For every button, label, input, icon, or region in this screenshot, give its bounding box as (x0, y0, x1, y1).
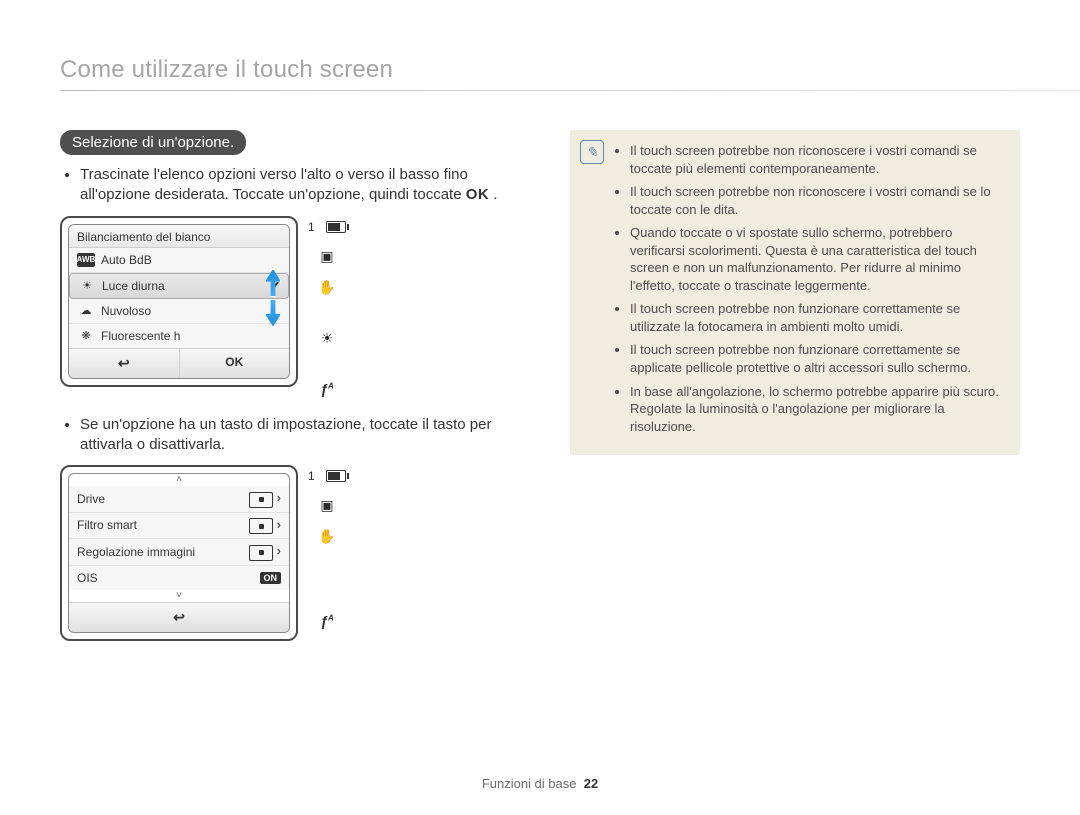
note-list: Il touch screen potrebbe non riconoscere… (614, 142, 1006, 435)
cloud-icon: ☁ (77, 304, 95, 318)
hand-icon: ✋ (318, 279, 335, 296)
instruction-1a: Trascinate l'elenco opzioni verso l'alto… (80, 166, 468, 203)
frame-icon: ▣ (320, 248, 333, 265)
battery-icon (326, 470, 346, 482)
right-column: ✎ Il touch screen potrebbe non riconosce… (570, 130, 1020, 659)
frame-icon: ▣ (320, 497, 333, 514)
ok-button[interactable]: OK (180, 349, 290, 378)
back-button[interactable]: ↩ (69, 349, 180, 378)
footer-label: Funzioni di base (482, 776, 577, 791)
lcd2-wrap: ˄ Drive › Filtro smart › Regol (60, 465, 540, 641)
chevron-right-icon: › (249, 490, 281, 508)
instruction-1: Trascinate l'elenco opzioni verso l'alto… (80, 165, 540, 206)
instruction-2: Se un'opzione ha un tasto di impostazion… (80, 415, 540, 456)
note-box: ✎ Il touch screen potrebbe non riconosce… (570, 130, 1020, 455)
section-heading: Selezione di un'opzione. (60, 130, 246, 155)
back-button[interactable]: ↩ (69, 603, 290, 632)
count-label: 1 (308, 220, 315, 234)
list-item[interactable]: Regolazione immagini › (69, 539, 289, 566)
left-column: Selezione di un'opzione. Trascinate l'el… (60, 130, 540, 659)
lcd1: Bilanciamento del bianco AWB Auto BdB ☀ … (60, 216, 298, 387)
ok-inline-icon: OK (466, 186, 490, 203)
battery-icon (326, 221, 346, 233)
item-label: Luce diurna (102, 279, 165, 293)
lcd2-side-icons: 1 ▣ ✋ ƒA (312, 465, 342, 629)
chevron-right-icon: › (249, 517, 281, 535)
note-item: Il touch screen potrebbe non riconoscere… (630, 142, 1006, 177)
count-label: 1 (308, 469, 315, 483)
item-label: Drive (77, 492, 105, 506)
note-item: Il touch screen potrebbe non riconoscere… (630, 183, 1006, 218)
awb-icon: AWB (77, 253, 95, 267)
footer-page: 22 (584, 776, 598, 791)
list-item[interactable]: Drive › (69, 486, 289, 513)
list-item[interactable]: ☁ Nuvoloso (69, 299, 289, 324)
lcd1-title: Bilanciamento del bianco (77, 230, 210, 244)
brightness-icon: ☀ (321, 330, 334, 347)
list-item[interactable]: ❋ Fluorescente h (69, 324, 289, 348)
list-item[interactable]: AWB Auto BdB (69, 248, 289, 273)
instructions-list-2: Se un'opzione ha un tasto di impostazion… (60, 415, 540, 456)
hand-icon: ✋ (318, 528, 335, 545)
lcd1-title-bar: Bilanciamento del bianco (69, 225, 289, 248)
flash-auto-icon: ƒA (320, 381, 334, 397)
page-title: Come utilizzare il touch screen (60, 56, 393, 84)
item-label: Auto BdB (101, 253, 152, 267)
note-item: Il touch screen potrebbe non funzionare … (630, 300, 1006, 335)
list-item[interactable]: OIS ON (69, 566, 289, 590)
flash-auto-icon: ƒA (320, 613, 334, 629)
item-label: Fluorescente h (101, 329, 180, 343)
item-label: OIS (77, 571, 98, 585)
page-title-text: Come utilizzare il touch screen (60, 56, 393, 83)
item-label: Regolazione immagini (77, 545, 195, 559)
check-icon: ✔ (270, 279, 280, 293)
scroll-down-icon[interactable]: ˅ (69, 590, 289, 602)
page-footer: Funzioni di base 22 (0, 776, 1080, 791)
columns: Selezione di un'opzione. Trascinate l'el… (60, 130, 1020, 659)
item-label: Nuvoloso (101, 304, 151, 318)
note-item: Il touch screen potrebbe non funzionare … (630, 341, 1006, 376)
note-item: In base all'angolazione, lo schermo potr… (630, 383, 1006, 436)
scroll-up-icon[interactable]: ˄ (69, 474, 289, 486)
lcd1-wrap: Bilanciamento del bianco AWB Auto BdB ☀ … (60, 216, 540, 397)
title-rule (60, 90, 1080, 91)
sun-icon: ☀ (78, 279, 96, 293)
note-icon: ✎ (580, 140, 604, 164)
chevron-right-icon: › (249, 543, 281, 561)
on-badge[interactable]: ON (260, 572, 282, 584)
note-item: Quando toccate o vi spostate sullo scher… (630, 224, 1006, 294)
page: Come utilizzare il touch screen Selezion… (0, 0, 1080, 815)
fluorescent-icon: ❋ (77, 329, 95, 343)
instructions-list: Trascinate l'elenco opzioni verso l'alto… (60, 165, 540, 206)
lcd1-side-icons: 1 ▣ ✋ ☀ ƒA (312, 216, 342, 397)
list-item[interactable]: Filtro smart › (69, 513, 289, 540)
list-item[interactable]: ☀ Luce diurna ✔ (69, 273, 289, 299)
item-label: Filtro smart (77, 518, 137, 532)
instruction-1b: . (493, 186, 497, 203)
lcd2: ˄ Drive › Filtro smart › Regol (60, 465, 298, 641)
